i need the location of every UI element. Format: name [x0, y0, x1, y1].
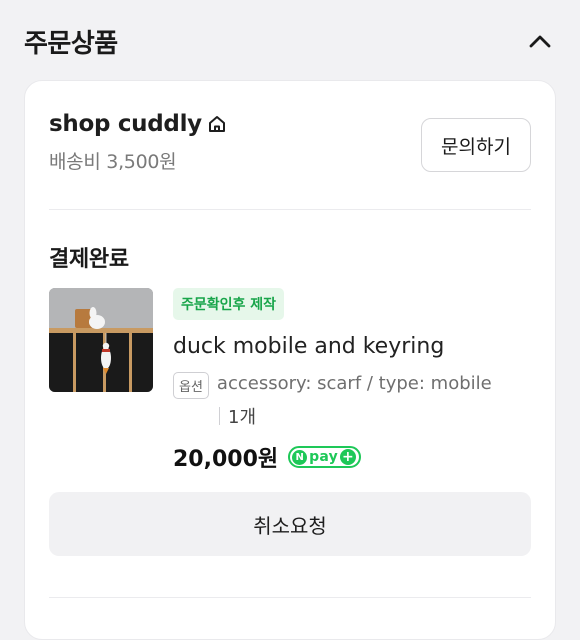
- chevron-up-icon[interactable]: [522, 23, 558, 59]
- shop-name: shop cuddly: [49, 111, 202, 137]
- cancel-request-button[interactable]: 취소요청: [49, 492, 531, 556]
- divider: [49, 597, 531, 598]
- product-name[interactable]: duck mobile and keyring: [173, 334, 535, 359]
- product-image[interactable]: [49, 288, 153, 392]
- order-items-header: 주문상품: [0, 0, 580, 82]
- option-tag: 옵션: [173, 372, 209, 399]
- inquiry-button[interactable]: 문의하기: [421, 118, 531, 172]
- order-card: shop cuddly 배송비 3,500원 문의하기 결제완료 주문확인후 제…: [24, 80, 556, 640]
- npay-n-mark: N: [292, 449, 308, 465]
- price-row: 20,000원 N pay +: [173, 441, 535, 473]
- home-icon: [206, 113, 228, 135]
- quantity-separator: [219, 407, 220, 425]
- plus-icon: +: [339, 449, 356, 465]
- divider: [49, 209, 531, 210]
- option-row: 옵션 accessory: scarf / type: mobile: [173, 371, 535, 399]
- shop-info: shop cuddly 배송비 3,500원 문의하기: [49, 111, 531, 191]
- order-status: 결제완료: [49, 247, 129, 272]
- product-info: 주문확인후 제작 duck mobile and keyring 옵션 acce…: [173, 288, 535, 473]
- section-title: 주문상품: [24, 28, 118, 59]
- price: 20,000원: [173, 447, 279, 472]
- npay-plus-icon[interactable]: N pay +: [288, 446, 361, 468]
- made-to-order-badge: 주문확인후 제작: [173, 288, 285, 320]
- quantity-row: 1개: [219, 403, 535, 429]
- quantity: 1개: [228, 407, 257, 428]
- option-text: accessory: scarf / type: mobile: [216, 373, 492, 394]
- npay-label: pay: [309, 449, 338, 465]
